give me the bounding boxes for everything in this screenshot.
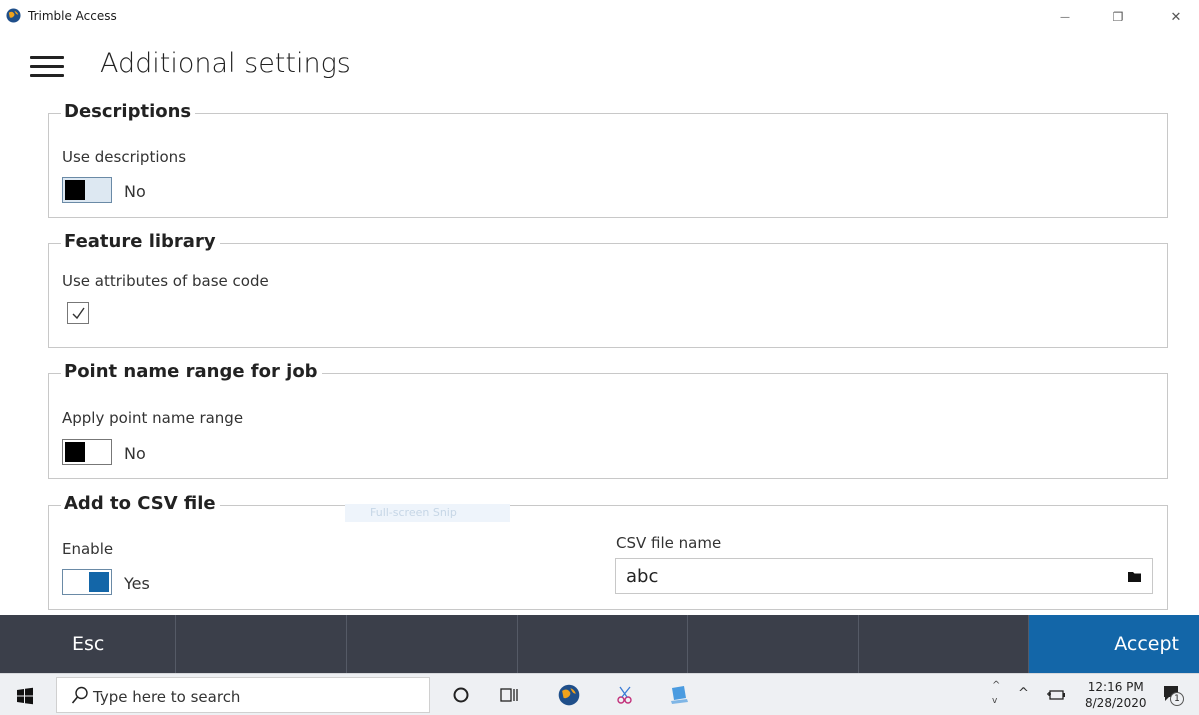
apply-point-name-range-state: No bbox=[124, 444, 146, 463]
use-descriptions-label: Use descriptions bbox=[62, 148, 187, 166]
tray-scroll-up-icon[interactable]: ^ bbox=[992, 680, 1000, 691]
taskbar-clock[interactable]: 12:16 PM 8/28/2020 bbox=[1085, 679, 1147, 711]
csv-file-name-input[interactable] bbox=[615, 558, 1153, 594]
windows-taskbar: Type here to search ^ v ^ 12:16 PM 8/28/… bbox=[0, 673, 1199, 715]
group-point-name-range: Point name range for job Apply point nam… bbox=[48, 361, 1168, 479]
softkey-blank-3[interactable] bbox=[518, 615, 689, 673]
group-descriptions: Descriptions Use descriptions No bbox=[48, 101, 1168, 218]
windows-start-icon[interactable] bbox=[16, 687, 34, 705]
csv-enable-toggle[interactable] bbox=[62, 569, 112, 595]
minimize-icon: — bbox=[1060, 11, 1070, 23]
show-hidden-icons-icon[interactable]: ^ bbox=[1018, 686, 1029, 701]
minimize-button[interactable]: — bbox=[1045, 4, 1085, 30]
restore-button[interactable]: ❐ bbox=[1098, 4, 1138, 30]
notification-center-icon[interactable]: 1 bbox=[1162, 684, 1184, 706]
softkey-bar: Esc Accept bbox=[0, 615, 1199, 673]
group-title-descriptions: Descriptions bbox=[61, 101, 196, 122]
search-placeholder: Type here to search bbox=[93, 688, 241, 706]
tray-scroll-down-icon[interactable]: v bbox=[992, 696, 997, 706]
esc-button[interactable]: Esc bbox=[0, 615, 176, 673]
snip-overlay: Full-screen Snip bbox=[345, 504, 510, 522]
page-header: Additional settings bbox=[0, 32, 1199, 100]
device-app-icon[interactable] bbox=[668, 684, 690, 706]
group-title-point-name-range: Point name range for job bbox=[61, 361, 322, 382]
trimble-access-taskbar-icon[interactable] bbox=[558, 684, 580, 706]
use-descriptions-toggle[interactable] bbox=[62, 177, 112, 203]
group-feature-library: Feature library Use attributes of base c… bbox=[48, 231, 1168, 348]
folder-icon bbox=[1128, 572, 1141, 582]
battery-icon[interactable] bbox=[1046, 688, 1066, 702]
hamburger-menu-icon[interactable] bbox=[28, 52, 66, 80]
page-title: Additional settings bbox=[100, 48, 351, 79]
group-add-to-csv: Add to CSV file Enable Yes CSV file name bbox=[48, 493, 1168, 610]
task-view-icon[interactable] bbox=[498, 684, 520, 706]
close-button[interactable]: ✕ bbox=[1156, 4, 1196, 30]
softkey-blank-5[interactable] bbox=[859, 615, 1030, 673]
search-icon bbox=[71, 686, 88, 704]
softkey-blank-2[interactable] bbox=[347, 615, 518, 673]
clock-time: 12:16 PM bbox=[1087, 680, 1144, 694]
window-title: Trimble Access bbox=[28, 9, 117, 23]
notification-count-badge: 1 bbox=[1170, 692, 1184, 706]
apply-point-name-range-label: Apply point name range bbox=[62, 409, 244, 427]
accept-button[interactable]: Accept bbox=[1029, 615, 1199, 673]
use-attributes-checkbox[interactable] bbox=[67, 302, 89, 324]
close-icon: ✕ bbox=[1170, 9, 1182, 25]
checkmark-icon bbox=[72, 307, 85, 320]
cortana-icon[interactable] bbox=[450, 684, 472, 706]
group-title-add-to-csv: Add to CSV file bbox=[61, 493, 220, 514]
group-title-feature-library: Feature library bbox=[61, 231, 220, 252]
browse-file-button[interactable] bbox=[1119, 558, 1153, 594]
window-titlebar: Trimble Access — ❐ ✕ bbox=[0, 0, 1199, 32]
taskbar-search-box[interactable]: Type here to search bbox=[56, 677, 430, 713]
clock-date: 8/28/2020 bbox=[1085, 696, 1147, 710]
use-attributes-label: Use attributes of base code bbox=[62, 272, 269, 290]
csv-enable-label: Enable bbox=[62, 540, 114, 558]
restore-icon: ❐ bbox=[1112, 10, 1124, 24]
softkey-blank-4[interactable] bbox=[688, 615, 860, 673]
use-descriptions-state: No bbox=[124, 182, 146, 201]
apply-point-name-range-toggle[interactable] bbox=[62, 439, 112, 465]
csv-file-name-label: CSV file name bbox=[616, 534, 722, 552]
softkey-blank-1[interactable] bbox=[176, 615, 347, 673]
snipping-tool-icon[interactable] bbox=[614, 684, 636, 706]
csv-enable-state: Yes bbox=[124, 574, 150, 593]
globe-icon bbox=[6, 8, 21, 23]
